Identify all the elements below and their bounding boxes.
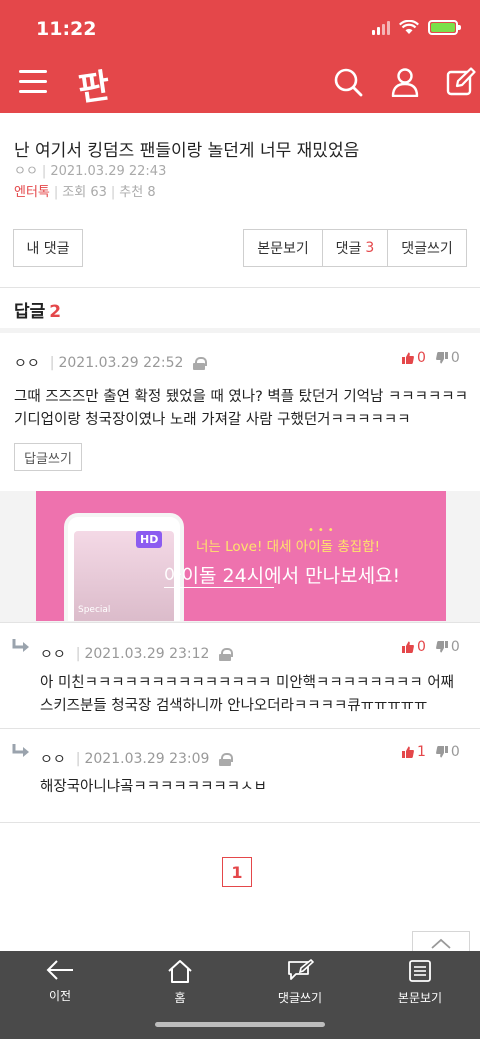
user-icon[interactable] — [390, 67, 420, 97]
divider — [0, 728, 480, 729]
upvote-button[interactable]: 0 — [402, 350, 426, 366]
lock-icon — [219, 647, 234, 661]
lock-icon — [193, 356, 208, 370]
post-date: 2021.03.29 22:43 — [50, 164, 167, 179]
chevron-up-icon — [431, 938, 451, 949]
reply-author: ㅇㅇ — [40, 647, 66, 663]
thumbs-up-icon — [402, 746, 414, 758]
nav-home[interactable]: 홈 — [120, 959, 240, 1006]
reply-meta: ㅇㅇ | 2021.03.29 23:09 — [40, 749, 234, 769]
nav-view-post[interactable]: 본문보기 — [360, 959, 480, 1006]
thumbs-up-icon — [402, 641, 414, 653]
upvote-button[interactable]: 1 — [402, 744, 426, 760]
wifi-icon — [399, 20, 419, 34]
post-category[interactable]: 엔터톡 — [14, 185, 50, 200]
reply-date: 2021.03.29 23:12 — [84, 646, 210, 662]
replies-count: 2 — [49, 302, 62, 322]
nav-write-comment[interactable]: 댓글쓰기 — [240, 959, 360, 1006]
comment-write-icon — [288, 959, 314, 980]
reply-arrow-icon — [12, 744, 29, 757]
downvote-button[interactable]: 0 — [436, 639, 460, 655]
comments-label: 댓글 — [335, 241, 362, 257]
comments-button[interactable]: 댓글 3 — [322, 229, 388, 267]
comments-count: 3 — [365, 240, 375, 256]
comment-author: ㅇㅇ — [14, 356, 40, 372]
ad-headline: 너는 Love! 대세 아이돌 총집합! — [196, 539, 381, 555]
reply-text: 해장국아니냐곸ㅋㅋㅋㅋㅋㅋㅋㅋㅅㅂ — [40, 779, 267, 795]
nav-back[interactable]: 이전 — [0, 959, 120, 1004]
nav-back-label: 이전 — [48, 989, 72, 1003]
lock-icon — [219, 752, 234, 766]
ad-special-label: Special — [78, 605, 111, 615]
downvote-button[interactable]: 0 — [436, 350, 460, 366]
thumbs-down-icon — [436, 641, 448, 653]
post-author: ㅇㅇ — [14, 164, 38, 179]
replies-heading: 답글 2 — [14, 302, 62, 322]
ad-tagline: 아이돌 24시에서 만나보세요! — [164, 565, 401, 587]
reply-arrow-icon — [12, 639, 29, 652]
write-comment-button[interactable]: 댓글쓰기 — [387, 229, 467, 267]
post-title: 난 여기서 킹덤즈 팬들이랑 놀던게 너무 재밌었음 — [14, 141, 360, 161]
reply-date: 2021.03.29 23:09 — [84, 751, 210, 767]
upvote-button[interactable]: 0 — [402, 639, 426, 655]
nav-home-label: 홈 — [174, 991, 186, 1005]
write-reply-button[interactable]: 답글쓰기 — [14, 443, 82, 471]
signal-icon — [372, 20, 390, 35]
downvote-button[interactable]: 0 — [436, 744, 460, 760]
comment-text: 그때 즈즈즈만 출연 확정 됐었을 때 였나? 벽플 탔던거 기억남 ㅋㅋㅋㅋㅋ… — [14, 389, 468, 428]
comment-date: 2021.03.29 22:52 — [58, 355, 184, 371]
post-views: 조회 63 — [62, 185, 107, 200]
page-number-current[interactable]: 1 — [222, 857, 252, 887]
reply-votes: 0 0 — [402, 639, 460, 655]
ad-underline — [164, 587, 274, 588]
logo[interactable]: 판 — [75, 58, 112, 111]
app-header: 11:22 판 — [0, 0, 480, 113]
document-icon — [409, 960, 431, 982]
divider — [0, 287, 480, 288]
thumbs-down-icon — [436, 352, 448, 364]
divider — [0, 622, 480, 623]
thumbs-up-icon — [402, 352, 414, 364]
menu-button[interactable] — [19, 70, 47, 93]
comment-votes: 0 0 — [402, 350, 460, 366]
nav-view-post-label: 본문보기 — [397, 991, 443, 1005]
post-stats: 엔터톡 | 조회 63 | 추천 8 — [14, 185, 156, 200]
section-divider — [0, 328, 480, 333]
divider — [0, 822, 480, 823]
my-comments-button[interactable]: 내 댓글 — [13, 229, 83, 267]
back-arrow-icon — [46, 960, 73, 980]
reply-text: 아 미친ㅋㅋㅋㅋㅋㅋㅋㅋㅋㅋㅋㅋㅋㅋ 미안핵ㅋㅋㅋㅋㅋㅋㅋㅋ 어째 스키즈분들 … — [40, 675, 455, 714]
search-icon[interactable] — [333, 67, 363, 97]
scroll-top-button[interactable] — [412, 931, 470, 953]
comment-meta: ㅇㅇ | 2021.03.29 22:52 — [14, 353, 208, 373]
post-recommend: 추천 8 — [119, 185, 156, 200]
home-indicator — [155, 1022, 325, 1027]
write-icon[interactable] — [446, 67, 476, 97]
nav-write-label: 댓글쓰기 — [277, 991, 323, 1005]
reply-author: ㅇㅇ — [40, 752, 66, 768]
ad-banner[interactable]: HD Special ••• 너는 Love! 대세 아이돌 총집합! 아이돌 … — [36, 491, 446, 621]
thumbs-down-icon — [436, 746, 448, 758]
status-icons — [372, 20, 461, 35]
home-icon — [168, 960, 192, 983]
ad-hd-badge: HD — [136, 531, 163, 548]
status-time: 11:22 — [36, 18, 97, 40]
reply-votes: 1 0 — [402, 744, 460, 760]
battery-icon — [428, 20, 461, 35]
view-post-button[interactable]: 본문보기 — [243, 229, 323, 267]
post-meta: ㅇㅇ | 2021.03.29 22:43 — [14, 164, 167, 179]
reply-meta: ㅇㅇ | 2021.03.29 23:12 — [40, 644, 234, 664]
